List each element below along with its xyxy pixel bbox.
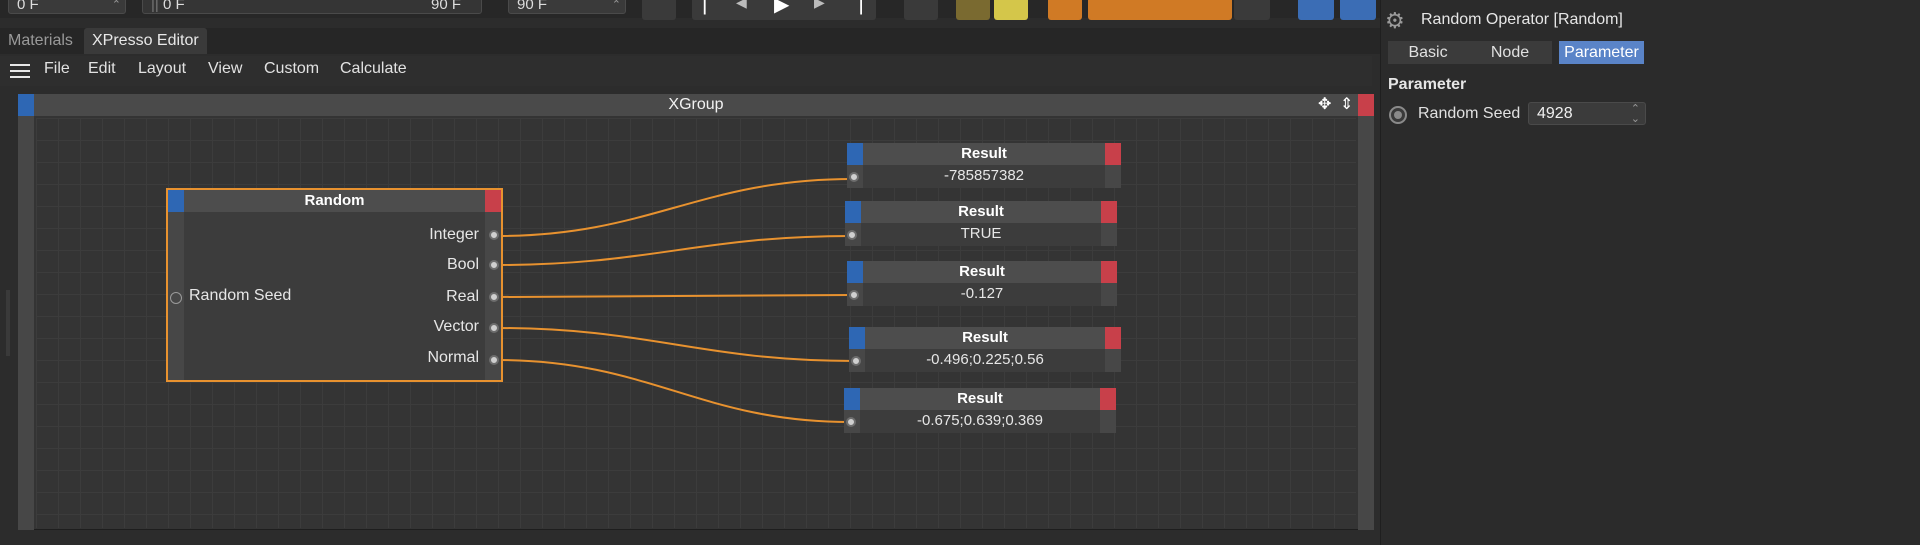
wire-bool: [496, 235, 852, 266]
output-bool-label: Bool: [446, 256, 479, 273]
result-value: -0.675;0.639;0.369: [917, 412, 1043, 429]
result-out-port[interactable]: [1105, 327, 1121, 349]
random-in-port[interactable]: [168, 190, 184, 212]
result-node-title[interactable]: Result: [844, 388, 1116, 410]
wire-vector: [496, 327, 856, 362]
result-value: -785857382: [943, 167, 1025, 184]
result-out-port[interactable]: [1101, 261, 1117, 283]
panel-title: Random Operator [Random]: [1421, 11, 1623, 28]
result-in-port[interactable]: [847, 261, 863, 283]
output-vector-port[interactable]: [489, 323, 499, 333]
animate-param-icon[interactable]: [1389, 106, 1407, 124]
wire-integer: [496, 178, 854, 237]
result-node-title[interactable]: Result: [847, 261, 1117, 283]
result-node[interactable]: Result -0.127: [847, 261, 1117, 306]
result-input-port[interactable]: [849, 290, 859, 300]
tab-basic[interactable]: Basic: [1388, 41, 1468, 64]
result-node[interactable]: Result -0.675;0.639;0.369: [844, 388, 1116, 433]
result-node[interactable]: Result TRUE: [845, 201, 1117, 246]
result-input-port[interactable]: [846, 417, 856, 427]
result-node-title[interactable]: Result: [849, 327, 1121, 349]
wire-normal: [496, 359, 851, 423]
random-node[interactable]: Random Random Seed Integer Bool Real Vec…: [166, 188, 503, 382]
tab-node[interactable]: Node: [1468, 41, 1552, 64]
result-out-port[interactable]: [1101, 201, 1117, 223]
result-in-port[interactable]: [849, 327, 865, 349]
result-out-port[interactable]: [1100, 388, 1116, 410]
result-input-port[interactable]: [849, 172, 859, 182]
result-input-port[interactable]: [847, 230, 857, 240]
result-input-port[interactable]: [851, 356, 861, 366]
result-value: TRUE: [960, 225, 1002, 242]
result-value: -0.496;0.225;0.56: [926, 351, 1044, 368]
result-in-port[interactable]: [844, 388, 860, 410]
output-integer-port[interactable]: [489, 230, 499, 240]
output-normal-label: Normal: [427, 349, 479, 366]
result-node-title[interactable]: Result: [845, 201, 1117, 223]
attribute-manager: ⚙ Random Operator [Random] Basic Node Pa…: [1380, 0, 1920, 545]
wire-real: [496, 294, 854, 298]
node-input-bar: [168, 190, 184, 380]
result-node-title[interactable]: Result: [847, 143, 1121, 165]
random-seed-param-label: Random Seed: [1418, 105, 1521, 122]
random-seed-value: 4928: [1537, 105, 1573, 122]
random-seed-label: Random Seed: [189, 287, 292, 304]
result-out-port[interactable]: [1105, 143, 1121, 165]
result-in-port[interactable]: [845, 201, 861, 223]
random-seed-input[interactable]: 4928 ⌃ ⌄: [1528, 102, 1646, 125]
output-bool-port[interactable]: [489, 260, 499, 270]
stepper-icon[interactable]: ⌃ ⌄: [1631, 104, 1640, 125]
result-value: -0.127: [960, 285, 1004, 302]
output-real-port[interactable]: [489, 292, 499, 302]
output-vector-label: Vector: [433, 318, 479, 335]
output-normal-port[interactable]: [489, 355, 499, 365]
random-seed-port[interactable]: [170, 292, 182, 304]
random-out-port[interactable]: [485, 190, 501, 212]
random-node-title[interactable]: Random: [168, 190, 501, 212]
gears-icon: ⚙: [1385, 8, 1405, 33]
output-real-label: Real: [446, 288, 479, 305]
output-integer-label: Integer: [429, 226, 479, 243]
result-node[interactable]: Result -0.496;0.225;0.56: [849, 327, 1121, 372]
node-output-bar: [485, 190, 501, 380]
tab-parameter[interactable]: Parameter: [1559, 41, 1644, 64]
result-in-port[interactable]: [847, 143, 863, 165]
section-heading: Parameter: [1388, 76, 1467, 93]
result-node[interactable]: Result -785857382: [847, 143, 1121, 188]
